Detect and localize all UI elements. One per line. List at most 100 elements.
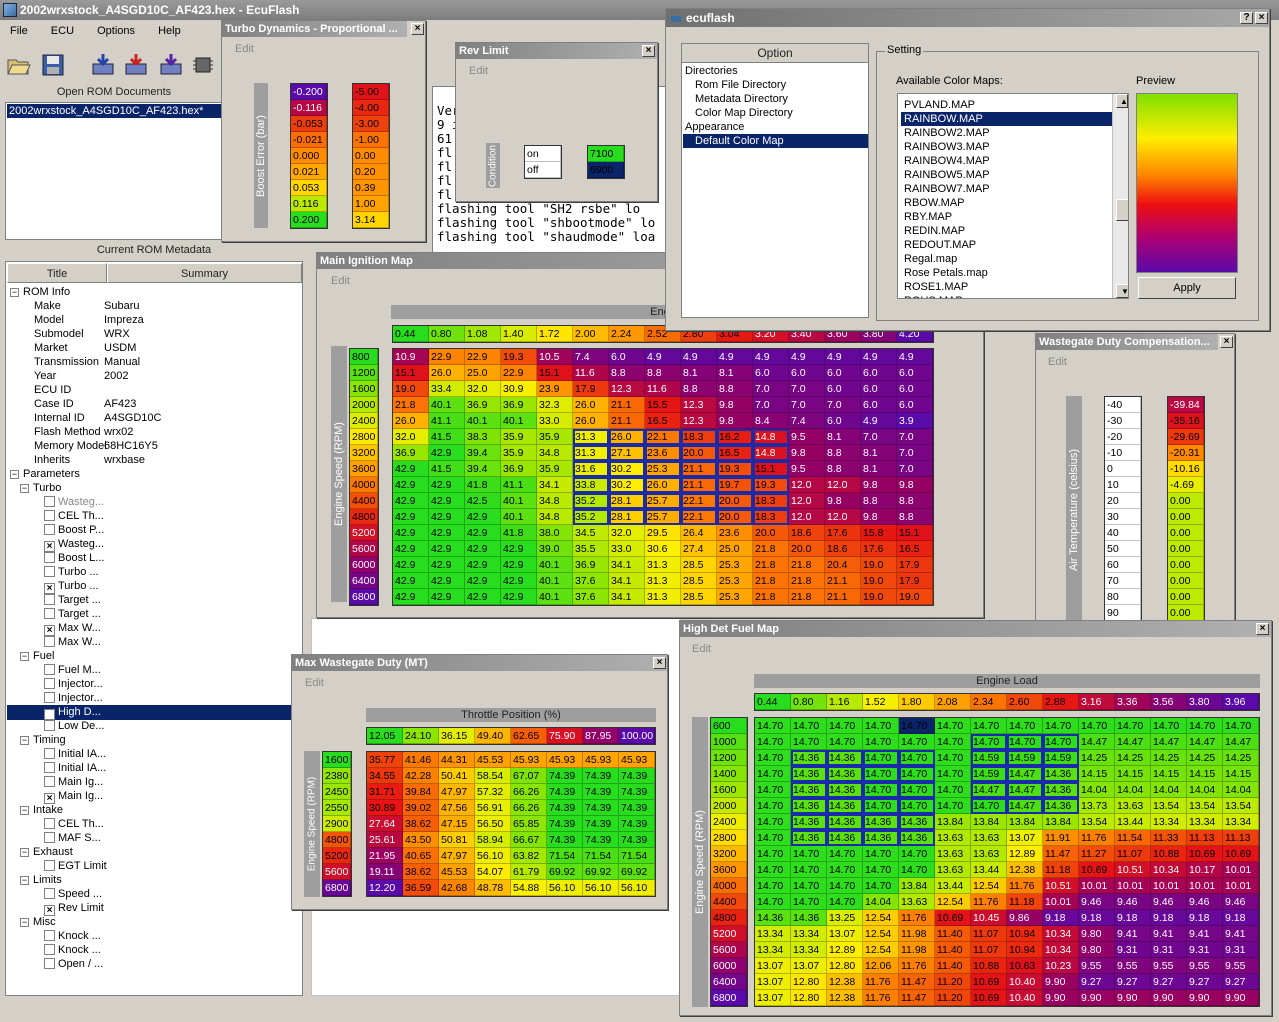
ignition-cell[interactable]: 30.2	[609, 477, 645, 493]
compare-ecu-icon[interactable]	[158, 52, 184, 78]
ignition-load-cell[interactable]: 1.40	[501, 326, 537, 342]
hdf-cell[interactable]: 14.04	[1187, 782, 1223, 798]
ignition-cell[interactable]: 26.0	[573, 397, 609, 413]
hdf-cell[interactable]: 9.90	[1115, 990, 1151, 1006]
hdf-cell[interactable]: 13.34	[755, 926, 791, 942]
hdf-load-cell[interactable]: 3.36	[1115, 694, 1151, 710]
ignition-cell[interactable]: 21.8	[789, 573, 825, 589]
wgc-temp-cell[interactable]: 20	[1105, 493, 1141, 509]
settings-help-button[interactable]: ?	[1240, 12, 1253, 24]
hdf-cell[interactable]: 14.70	[791, 846, 827, 862]
mwg-cell[interactable]: 71.54	[547, 848, 583, 864]
ignition-cell[interactable]: 18.3	[681, 429, 717, 445]
ignition-cell[interactable]: 21.8	[753, 573, 789, 589]
hdf-cell[interactable]: 14.36	[791, 782, 827, 798]
ignition-cell[interactable]: 23.6	[645, 445, 681, 461]
color-map-item[interactable]: RAINBOW.MAP	[901, 112, 1113, 126]
ignition-cell[interactable]: 32.3	[537, 397, 573, 413]
hdf-cell[interactable]: 14.36	[1043, 782, 1079, 798]
hdf-load-cell[interactable]: 0.44	[755, 694, 791, 710]
ignition-cell[interactable]: 4.9	[717, 349, 753, 365]
hdf-cell[interactable]: 14.47	[1007, 782, 1043, 798]
hdf-cell[interactable]: 12.38	[827, 990, 863, 1006]
hdf-cell[interactable]: 12.54	[863, 942, 899, 958]
tree-group[interactable]: − Turbo	[20, 481, 61, 495]
hdf-cell[interactable]: 12.80	[827, 958, 863, 974]
ignition-cell[interactable]: 8.8	[825, 461, 861, 477]
mwg-cell[interactable]: 27.64	[367, 816, 403, 832]
tree-param-item[interactable]: × Main Ig...	[44, 789, 103, 804]
hdf-cell[interactable]: 14.47	[1151, 734, 1187, 750]
mwg-rpm-cell[interactable]: 4800	[323, 832, 351, 848]
hdf-cell[interactable]: 14.70	[827, 718, 863, 734]
ignition-cell[interactable]: 6.0	[825, 365, 861, 381]
hdf-cell[interactable]: 11.91	[1043, 830, 1079, 846]
hdf-cell[interactable]: 14.70	[755, 750, 791, 766]
hdf-cell[interactable]: 14.04	[863, 894, 899, 910]
ignition-cell[interactable]: 19.0	[861, 573, 897, 589]
ignition-cell[interactable]: 6.0	[861, 365, 897, 381]
ignition-cell[interactable]: 42.9	[429, 525, 465, 541]
menu-help[interactable]: Help	[148, 22, 181, 37]
menu-options[interactable]: Options	[87, 22, 135, 37]
mwg-cell[interactable]: 66.67	[511, 832, 547, 848]
hdf-cell[interactable]: 9.55	[1223, 958, 1259, 974]
hdf-cell[interactable]: 12.54	[863, 926, 899, 942]
ignition-cell[interactable]: 42.9	[465, 573, 501, 589]
mwg-cell[interactable]: 74.39	[619, 768, 655, 784]
option-item[interactable]: Rom File Directory	[683, 78, 868, 92]
hdf-cell[interactable]: 14.70	[791, 894, 827, 910]
hdf-cell[interactable]: 14.36	[863, 830, 899, 846]
hdf-cell[interactable]: 9.41	[1115, 926, 1151, 942]
hdf-rpm-cell[interactable]: 1000	[711, 734, 747, 750]
hdf-cell[interactable]: 14.70	[899, 766, 935, 782]
hdf-cell[interactable]: 9.41	[1187, 926, 1223, 942]
turbo-value-cell[interactable]: -1.00	[353, 132, 389, 148]
mwg-cell[interactable]: 63.82	[511, 848, 547, 864]
ignition-cell[interactable]: 8.8	[717, 381, 753, 397]
mwg-cell[interactable]: 71.54	[583, 848, 619, 864]
tree-param-item[interactable]: Injector...	[44, 677, 103, 691]
ignition-cell[interactable]: 17.6	[825, 525, 861, 541]
ignition-cell[interactable]: 42.9	[465, 589, 501, 605]
ignition-cell[interactable]: 35.2	[573, 509, 609, 525]
ignition-cell[interactable]: 19.0	[393, 381, 429, 397]
option-item[interactable]: Appearance	[683, 120, 868, 134]
ignition-cell[interactable]: 25.3	[717, 573, 753, 589]
hdf-cell[interactable]: 11.76	[899, 958, 935, 974]
ignition-cell[interactable]: 29.5	[645, 525, 681, 541]
ignition-cell[interactable]: 42.9	[429, 493, 465, 509]
hdf-cell[interactable]: 13.63	[1115, 798, 1151, 814]
hdf-cell[interactable]: 14.59	[971, 766, 1007, 782]
hdf-cell[interactable]: 13.63	[971, 830, 1007, 846]
mwg-rpm-cell[interactable]: 2450	[323, 784, 351, 800]
mwg-cell[interactable]: 74.39	[547, 832, 583, 848]
ignition-cell[interactable]: 40.1	[537, 589, 573, 605]
mwg-cell[interactable]: 66.26	[511, 800, 547, 816]
ignition-cell[interactable]: 42.9	[501, 541, 537, 557]
ignition-cell[interactable]: 37.6	[573, 573, 609, 589]
tree-param-item[interactable]: CEL Th...	[44, 509, 104, 523]
apply-button[interactable]: Apply	[1138, 277, 1236, 299]
tree-param-item[interactable]: MAF S...	[44, 831, 101, 845]
hdf-cell[interactable]: 11.47	[1043, 846, 1079, 862]
hdf-cell[interactable]: 14.70	[899, 734, 935, 750]
hdf-cell[interactable]: 10.45	[971, 910, 1007, 926]
hdf-cell[interactable]: 10.23	[1043, 958, 1079, 974]
ignition-cell[interactable]: 6.0	[753, 365, 789, 381]
ignition-cell[interactable]: 25.3	[717, 557, 753, 573]
hdf-cell[interactable]: 9.90	[1043, 990, 1079, 1006]
wgc-temp-cell[interactable]: -20	[1105, 429, 1141, 445]
hdf-edit-menu[interactable]: Edit	[692, 643, 711, 655]
hdf-cell[interactable]: 13.34	[1223, 814, 1259, 830]
ignition-cell[interactable]: 35.9	[501, 429, 537, 445]
hdf-rpm-cell[interactable]: 3600	[711, 862, 747, 878]
mwg-cell[interactable]: 36.59	[403, 880, 439, 896]
mwg-cell[interactable]: 25.61	[367, 832, 403, 848]
rev-value-cell[interactable]: 6900	[588, 162, 624, 178]
ignition-cell[interactable]: 15.1	[537, 365, 573, 381]
hdf-cell[interactable]: 14.70	[1223, 718, 1259, 734]
hdf-cell[interactable]: 14.36	[791, 766, 827, 782]
tree-param-item[interactable]: Boost L...	[44, 551, 104, 565]
hdf-rpm-cell[interactable]: 1600	[711, 782, 747, 798]
